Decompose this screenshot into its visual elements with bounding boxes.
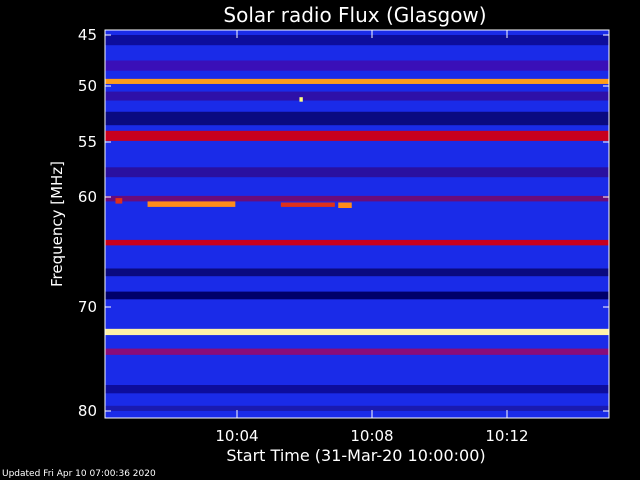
frequency-band	[105, 405, 609, 411]
radio-burst	[147, 201, 236, 207]
spectrogram-background	[105, 30, 609, 418]
x-axis-label: Start Time (31-Mar-20 10:00:00)	[226, 446, 485, 465]
y-axis-label: Frequency [MHz]	[48, 161, 66, 287]
radio-burst	[299, 97, 303, 102]
y-tick-label: 55	[78, 133, 97, 151]
frequency-band	[105, 328, 609, 336]
frequency-band	[105, 60, 609, 71]
frequency-band	[105, 291, 609, 300]
update-timestamp: Updated Fri Apr 10 07:00:36 2020	[2, 469, 156, 479]
radio-burst	[338, 202, 352, 208]
y-tick-label: 80	[78, 402, 97, 420]
y-tick-label: 45	[78, 26, 97, 44]
frequency-band	[105, 167, 609, 178]
y-tick-label: 60	[78, 188, 97, 206]
frequency-band	[105, 130, 609, 141]
frequency-band	[105, 239, 609, 246]
x-tick-label: 10:04	[215, 427, 258, 445]
frequency-band	[105, 78, 609, 84]
frequency-band	[105, 348, 609, 355]
spectrogram-chart: Solar radio Flux (Glasgow) Frequency [MH…	[48, 3, 610, 465]
radio-burst	[115, 198, 123, 204]
frequency-band	[105, 195, 609, 202]
frequency-band	[105, 91, 609, 101]
y-tick-label: 50	[78, 77, 97, 95]
chart-title: Solar radio Flux (Glasgow)	[223, 3, 486, 27]
frequency-band	[105, 268, 609, 277]
x-tick-label: 10:12	[485, 427, 528, 445]
frequency-band	[105, 111, 609, 126]
y-tick-label: 70	[78, 298, 97, 316]
x-tick-label: 10:08	[350, 427, 393, 445]
plot-area	[105, 30, 609, 418]
radio-burst	[280, 202, 335, 207]
frequency-band	[105, 35, 609, 46]
frequency-band	[105, 385, 609, 394]
